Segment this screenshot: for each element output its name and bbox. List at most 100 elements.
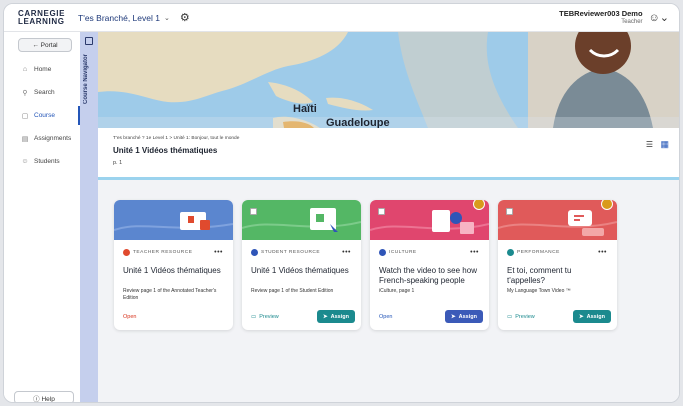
user-role: Teacher: [621, 18, 643, 25]
assign-button[interactable]: ➤ Assign: [317, 310, 355, 323]
preview-icon: ▭: [507, 313, 513, 320]
preview-label: Preview: [515, 313, 535, 320]
card-title[interactable]: Et toi, comment tu t'appelles?: [507, 266, 608, 286]
card-actions: ▭ Preview ➤ Assign: [507, 310, 611, 323]
course-name: T'es Branché, Level 1: [78, 12, 160, 23]
card-banner: [370, 200, 489, 240]
main-content: Haïti Guadeloupe T'es branché ? 1e Level…: [98, 32, 679, 402]
preview-link[interactable]: ▭ Preview: [251, 314, 279, 320]
card-description: iCulture, page 1: [379, 288, 415, 294]
more-options-icon[interactable]: •••: [342, 249, 351, 256]
teacher-resource-icon: [123, 248, 130, 256]
map-label-guadeloupe: Guadeloupe: [326, 117, 390, 128]
more-options-icon[interactable]: •••: [470, 249, 479, 256]
gear-icon[interactable]: ⚙: [180, 11, 190, 24]
assign-button[interactable]: ➤ Assign: [445, 310, 483, 323]
card-type-row: STUDENT RESOURCE •••: [251, 248, 361, 256]
select-checkbox[interactable]: [250, 208, 257, 215]
sidebar-item-students[interactable]: ☺ Students: [4, 150, 80, 173]
app-window: CARNEGIE LEARNING T'es Branché, Level 1 …: [3, 3, 680, 403]
more-options-icon[interactable]: •••: [214, 249, 223, 256]
assign-label: Assign: [458, 313, 477, 320]
assign-label: Assign: [330, 313, 349, 320]
card-actions: Open: [123, 310, 227, 323]
grid-view-icon[interactable]: ▦: [660, 139, 669, 150]
sidebar-item-assignments[interactable]: ▤ Assignments: [4, 127, 80, 150]
breadcrumb[interactable]: T'es branché ? 1e Level 1 > Unité 1: Bon…: [113, 136, 239, 141]
send-icon: ➤: [323, 313, 328, 320]
card-type-label: ICULTURE: [389, 249, 417, 255]
assignments-icon: ▤: [21, 135, 29, 143]
card-title[interactable]: Unité 1 Vidéos thématiques: [123, 266, 224, 286]
sidebar-item-search[interactable]: ⚲ Search: [4, 81, 80, 104]
card-type-label: TEACHER RESOURCE: [133, 249, 193, 255]
accent-divider: [98, 177, 679, 180]
resource-card[interactable]: STUDENT RESOURCE ••• Unité 1 Vidéos thém…: [242, 200, 361, 330]
chevron-down-icon: ⌄: [163, 14, 170, 22]
send-icon: ➤: [451, 313, 456, 320]
card-description: My Language Town Video ™: [507, 288, 571, 294]
card-actions: ▭ Preview ➤ Assign: [251, 310, 355, 323]
panel-icon: [85, 37, 93, 45]
user-menu-icon[interactable]: ☺⌄: [649, 11, 669, 24]
unit-header: T'es branché ? 1e Level 1 > Unité 1: Bon…: [98, 128, 679, 177]
card-description: Review page 1 of the Student Edition: [251, 288, 334, 294]
preview-label: Preview: [259, 313, 279, 320]
map-label-haiti: Haïti: [293, 103, 317, 115]
card-type-row: TEACHER RESOURCE •••: [123, 248, 233, 256]
iculture-icon: [379, 248, 386, 256]
resource-card[interactable]: ICULTURE ••• Watch the video to see how …: [370, 200, 489, 330]
course-icon: ▢: [21, 112, 29, 120]
send-icon: ➤: [579, 313, 584, 320]
sidebar-item-label: Assignments: [34, 135, 72, 142]
carnegie-learning-logo[interactable]: CARNEGIE LEARNING: [18, 9, 68, 26]
hero-banner-map: Haïti Guadeloupe: [98, 32, 679, 128]
course-selector[interactable]: T'es Branché, Level 1 ⌄: [78, 13, 170, 23]
sidebar: ← Portal ⌂ Home ⚲ Search ▢ Course ▤ Assi…: [4, 32, 80, 402]
card-type-row: ICULTURE •••: [379, 248, 489, 256]
preview-icon: ▭: [251, 313, 257, 320]
open-link[interactable]: Open: [379, 314, 392, 320]
course-navigator-toggle[interactable]: Course Navigator: [80, 32, 98, 402]
sidebar-item-label: Home: [34, 66, 52, 73]
card-type-row: PERFORMANCE •••: [507, 248, 617, 256]
sidebar-item-label: Search: [34, 89, 55, 96]
resource-card[interactable]: PERFORMANCE ••• Et toi, comment tu t'app…: [498, 200, 617, 330]
card-title[interactable]: Unité 1 Vidéos thématiques: [251, 266, 352, 286]
more-options-icon[interactable]: •••: [598, 249, 607, 256]
sidebar-item-label: Students: [34, 158, 60, 165]
user-info[interactable]: TEBReviewer003 Demo Teacher: [559, 9, 642, 27]
help-button[interactable]: ⓘ Help: [14, 391, 74, 402]
card-title[interactable]: Watch the video to see how French-speaki…: [379, 266, 480, 286]
card-banner: [498, 200, 617, 240]
home-icon: ⌂: [22, 66, 28, 73]
card-banner: [242, 200, 361, 240]
performance-icon: [507, 248, 514, 256]
logo-line-2: LEARNING: [18, 16, 65, 26]
search-icon: ⚲: [22, 89, 28, 97]
card-banner: [114, 200, 233, 240]
card-type-label: STUDENT RESOURCE: [261, 249, 321, 255]
sidebar-item-label: Course: [34, 112, 55, 119]
preview-link[interactable]: ▭ Preview: [507, 314, 535, 320]
card-type-label: PERFORMANCE: [517, 249, 560, 255]
card-actions: Open ➤ Assign: [379, 310, 483, 323]
assign-label: Assign: [586, 313, 605, 320]
students-icon: ☺: [21, 158, 29, 165]
portal-button[interactable]: ← Portal: [18, 38, 72, 52]
sidebar-item-home[interactable]: ⌂ Home: [4, 58, 80, 81]
assign-button[interactable]: ➤ Assign: [573, 310, 611, 323]
user-name: TEBReviewer003 Demo: [559, 8, 643, 18]
list-view-icon[interactable]: ☰: [646, 140, 653, 149]
page-title: Unité 1 Vidéos thématiques: [113, 146, 218, 155]
card-description: Review page 1 of the Annotated Teacher's…: [123, 288, 217, 301]
select-checkbox[interactable]: [378, 208, 385, 215]
page-number: p. 1: [113, 160, 123, 166]
top-bar: CARNEGIE LEARNING T'es Branché, Level 1 …: [4, 4, 679, 32]
resource-card[interactable]: TEACHER RESOURCE ••• Unité 1 Vidéos thém…: [114, 200, 233, 330]
open-link[interactable]: Open: [123, 314, 136, 320]
student-resource-icon: [251, 248, 258, 256]
course-navigator-label: Course Navigator: [83, 53, 89, 104]
sidebar-item-course[interactable]: ▢ Course: [4, 104, 80, 127]
select-checkbox[interactable]: [506, 208, 513, 215]
